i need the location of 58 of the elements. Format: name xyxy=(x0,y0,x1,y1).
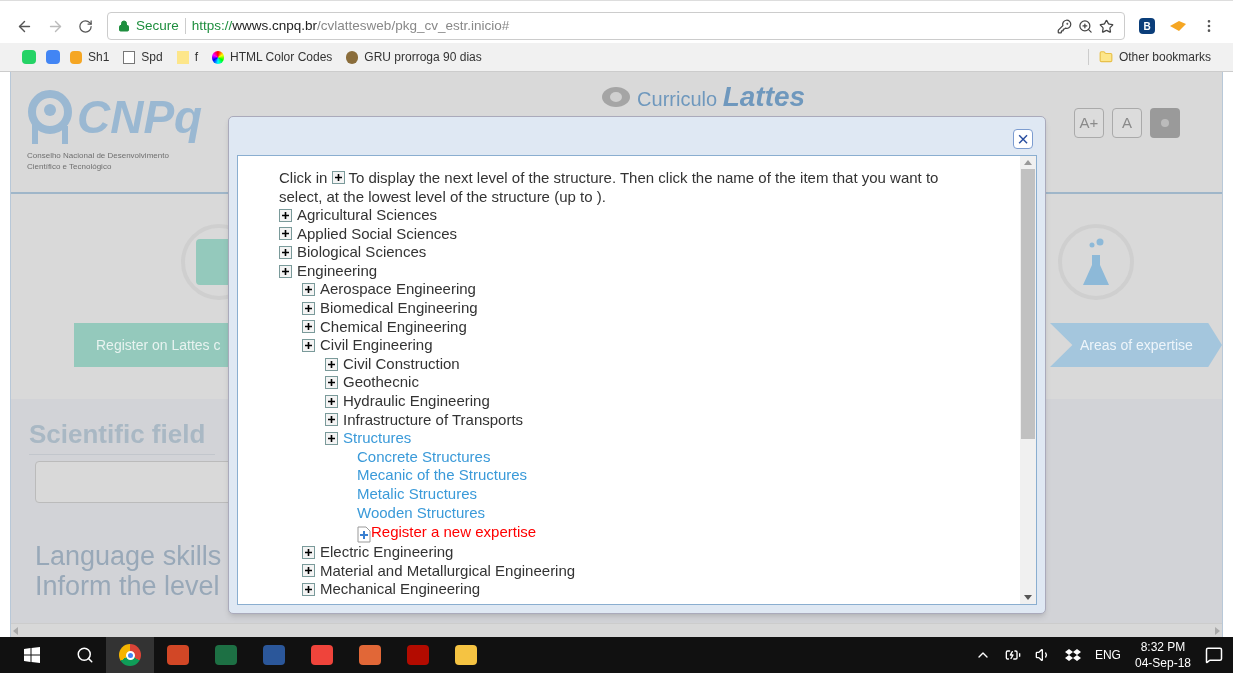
head-logo-icon xyxy=(27,90,73,144)
add-document-icon[interactable] xyxy=(357,526,371,544)
bookmark-item[interactable]: GRU prorroga 90 dias xyxy=(346,48,486,66)
instruction-text: Click in To display the next level of the structure. Then click the name of the item that you want to select, at the lowest level of the structure (up to ). xyxy=(279,169,940,206)
search-icon[interactable] xyxy=(76,646,94,664)
extension-button[interactable]: B xyxy=(1139,18,1155,34)
box-stack-icon[interactable] xyxy=(1064,648,1081,662)
lattes-logo-icon xyxy=(601,86,632,108)
reload-icon[interactable] xyxy=(78,18,93,34)
app-taskbar-icon[interactable] xyxy=(455,645,477,665)
bookmark-item[interactable]: f xyxy=(176,48,203,66)
app-taskbar-icon[interactable] xyxy=(311,645,333,665)
expand-icon[interactable] xyxy=(302,583,315,597)
lock-icon xyxy=(118,20,130,32)
section-title: Language skills xyxy=(35,541,222,571)
battery-icon[interactable] xyxy=(1004,647,1021,663)
other-bookmarks-folder[interactable]: Other bookmarks xyxy=(1098,48,1211,66)
expand-icon[interactable] xyxy=(279,227,292,241)
expand-icon[interactable] xyxy=(279,246,292,259)
vertical-scrollbar[interactable] xyxy=(1020,156,1036,604)
windows-start-icon[interactable] xyxy=(24,647,40,663)
expand-icon[interactable] xyxy=(325,431,338,445)
clock-time[interactable]: 8:32 PM xyxy=(1140,639,1186,655)
clock-date[interactable]: 04-Sep-18 xyxy=(1134,655,1191,671)
expand-icon[interactable] xyxy=(279,208,292,222)
url-text: https://wwws.cnpq.br/cvlattesweb/pkg_cv_estr.inicio# xyxy=(191,16,510,35)
bookmark-item[interactable]: Spd xyxy=(123,48,167,66)
language-indicator[interactable]: ENG xyxy=(1094,646,1121,664)
key-icon[interactable] xyxy=(1057,18,1072,34)
folder-icon xyxy=(1098,50,1113,64)
expand-icon[interactable] xyxy=(302,283,315,297)
expand-icon[interactable] xyxy=(325,376,338,390)
expand-icon[interactable] xyxy=(302,564,315,578)
scroll-down-icon[interactable] xyxy=(1024,595,1032,600)
app-taskbar-icon[interactable] xyxy=(215,645,237,665)
expand-icon[interactable] xyxy=(302,338,315,352)
expand-icon[interactable] xyxy=(331,171,345,184)
chrome-taskbar-icon[interactable] xyxy=(106,637,154,673)
expand-icon[interactable] xyxy=(325,357,338,371)
bookmark-item[interactable]: HTML Color Codes xyxy=(212,48,337,66)
zoom-icon[interactable] xyxy=(1078,18,1093,34)
app-taskbar-icon[interactable] xyxy=(167,645,189,665)
bookmark-star-icon[interactable] xyxy=(1099,18,1114,34)
address-bar[interactable]: Secure https://wwws.cnpq.br/cvlattesweb/pkg_cv_estr.inicio# xyxy=(107,12,1125,40)
notifications-icon[interactable] xyxy=(1205,646,1223,664)
expand-icon[interactable] xyxy=(279,264,292,278)
close-button[interactable]: × xyxy=(1013,129,1033,149)
hint-text: Inform the level xyxy=(35,571,220,601)
expand-icon[interactable] xyxy=(302,301,315,315)
expand-icon[interactable] xyxy=(302,545,315,559)
expand-icon[interactable] xyxy=(325,394,338,408)
secure-label: Secure xyxy=(136,16,179,35)
app-title: Curriculo Lattes xyxy=(637,80,806,114)
expand-icon[interactable] xyxy=(302,320,315,334)
bookmark-item[interactable]: Sh1 xyxy=(70,48,114,66)
expand-icon[interactable] xyxy=(325,413,338,427)
app-taskbar-icon[interactable] xyxy=(359,645,381,665)
organization-name: Conselho Nacional de Desenvolvimento Científico e Tecnológico xyxy=(27,150,170,172)
